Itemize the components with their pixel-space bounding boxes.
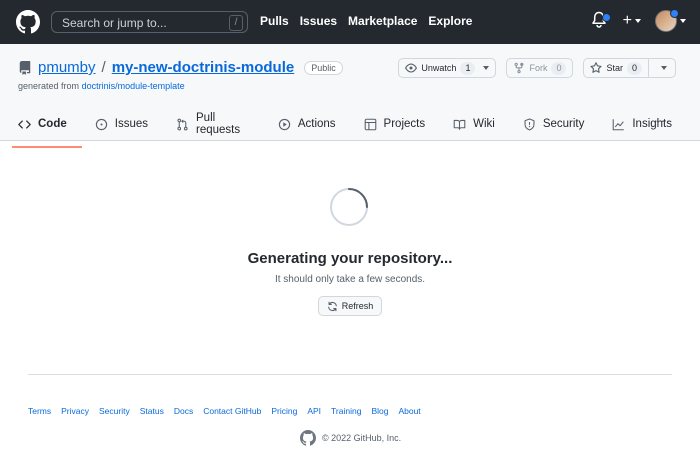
search-box[interactable]: / [51,11,248,33]
star-list-dropdown[interactable] [653,59,675,77]
tab-label: Wiki [473,118,495,130]
global-nav: Pulls Issues Marketplace Explore [260,14,472,28]
unwatch-label: Unwatch [421,63,457,73]
notification-indicator [601,13,611,22]
tab-label: Actions [297,118,336,130]
footer-link-about[interactable]: About [398,406,420,416]
repo-name-link[interactable]: my-new-doctrinis-module [112,59,295,76]
footer-link-blog[interactable]: Blog [371,406,388,416]
generating-heading: Generating your repository... [247,250,453,267]
tab-pull-requests[interactable]: Pull requests [176,110,263,142]
copyright-text: © 2022 GitHub, Inc. [322,433,402,443]
sync-icon [327,301,337,311]
nav-issues[interactable]: Issues [300,14,337,28]
tab-label: Code [38,118,67,130]
tab-projects[interactable]: Projects [364,110,439,142]
issue-icon [95,118,107,130]
notifications-button[interactable] [591,11,611,31]
generated-prefix: generated from [18,81,80,91]
loading-spinner-icon [330,188,368,226]
generating-subtext: It should only take a few seconds. [274,274,426,285]
star-button[interactable]: Star 0 [584,59,649,77]
eye-icon [405,63,418,73]
fork-button[interactable]: Fork 0 [506,58,574,78]
footer-link-pricing[interactable]: Pricing [271,406,297,416]
project-table-icon [364,118,376,130]
generated-from-text: generated from doctrinis/module-template [18,81,185,91]
tab-issues[interactable]: Issues [95,110,161,142]
footer-links: Terms Privacy Security Status Docs Conta… [28,406,421,416]
repo-actions: Unwatch 1 Fork 0 Star 0 [398,58,676,78]
repo-separator: / [101,59,106,76]
footer-link-docs[interactable]: Docs [174,406,193,416]
star-icon [590,62,603,73]
header-actions: + [591,9,686,32]
repo-title: pmumby / my-new-doctrinis-module Public [18,59,343,76]
fork-label: Fork [529,63,548,73]
tab-label: Issues [114,118,148,130]
template-repo-link[interactable]: doctrinis/module-template [82,81,185,91]
star-button-group: Star 0 [583,58,676,78]
repo-owner-link[interactable]: pmumby [38,59,96,76]
footer-link-status[interactable]: Status [140,406,164,416]
tab-security[interactable]: Security [523,110,598,142]
watch-count: 1 [460,61,476,75]
tab-wiki[interactable]: Wiki [453,110,508,142]
plus-icon: + [622,12,632,29]
repo-icon [19,60,31,75]
footer-link-training[interactable]: Training [331,406,361,416]
nav-marketplace[interactable]: Marketplace [348,14,417,28]
footer-copyright: © 2022 GitHub, Inc. [300,430,401,446]
github-mark-icon[interactable] [300,430,316,446]
global-header: / Pulls Issues Marketplace Explore + [0,0,700,44]
tab-insights[interactable]: Insights [612,110,685,142]
refresh-label: Refresh [341,301,374,311]
tab-actions[interactable]: Actions [278,110,349,142]
book-icon [453,119,466,130]
code-icon [18,119,31,129]
tab-label: Pull requests [196,112,241,136]
pull-request-icon [177,118,188,130]
nav-explore[interactable]: Explore [428,14,472,28]
unwatch-button[interactable]: Unwatch 1 [398,58,497,78]
user-menu-button[interactable] [655,9,686,32]
play-icon [278,118,291,130]
tab-code[interactable]: Code [12,110,82,148]
more-tabs-button[interactable]: ··· [655,112,672,128]
shield-icon [524,117,535,130]
footer-link-terms[interactable]: Terms [28,406,51,416]
footer-link-api[interactable]: API [307,406,321,416]
chevron-down-icon [483,66,490,70]
fork-count: 0 [551,61,567,75]
tab-label: Projects [383,118,426,130]
visibility-badge: Public [304,60,343,75]
tab-label: Security [542,118,585,130]
create-new-button[interactable]: + [623,12,641,30]
refresh-button[interactable]: Refresh [318,296,382,316]
chevron-down-icon [635,19,641,23]
chevron-down-icon [661,66,667,70]
star-label: Star [606,63,623,73]
nav-pulls[interactable]: Pulls [260,14,289,28]
fork-icon [514,62,524,74]
footer-link-contact[interactable]: Contact GitHub [203,406,261,416]
footer-divider [28,374,672,375]
graph-icon [613,118,625,130]
avatar [655,9,679,32]
github-logo-icon[interactable] [16,10,40,34]
repository-header: pmumby / my-new-doctrinis-module Public … [0,44,700,148]
status-indicator [670,9,679,18]
search-input[interactable] [60,14,224,32]
footer-link-security[interactable]: Security [99,406,130,416]
footer-link-privacy[interactable]: Privacy [61,406,89,416]
chevron-down-icon [680,19,686,23]
star-count: 0 [626,61,642,75]
search-shortcut-hint: / [229,15,243,31]
repo-tabs: Code Issues Pull requests Actions Projec… [12,110,700,148]
